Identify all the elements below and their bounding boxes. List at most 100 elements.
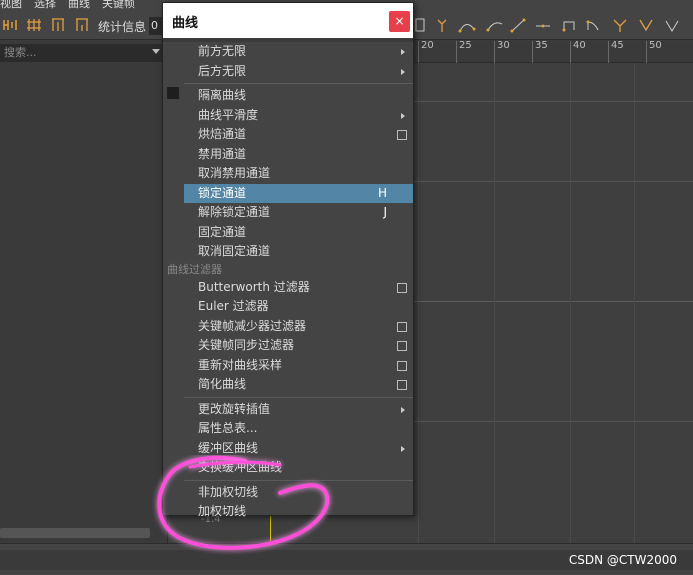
menu-item-label: 曲线平滑度 [198,107,259,122]
submenu-arrow-icon [401,49,405,55]
hotkey-label: J [383,205,387,219]
menu-item-weighted-tangents[interactable]: 加权切线 [184,502,413,522]
menu-item-label: 交换缓冲区曲线 [198,460,283,474]
menu-item-resample[interactable]: 重新对曲线采样 [184,356,413,376]
ruler-tick [646,41,647,63]
menu-item-attribute-spreadsheet[interactable]: 属性总表... [184,419,413,439]
ruler-label: 35 [535,40,548,51]
menu-item-label: 属性总表... [198,421,258,435]
menu-item-label: 禁用通道 [198,146,247,161]
menu-item-change-rotation-interp[interactable]: 更改旋转插值 [184,400,413,420]
close-button[interactable]: × [389,11,410,32]
snap-icon[interactable] [50,17,66,33]
menu-item-curve-smoothness[interactable]: 曲线平滑度 [184,106,413,126]
option-box-icon[interactable] [397,360,407,371]
menu-item-label: 关键帧减少器过滤器 [198,318,307,333]
submenu-arrow-icon [401,68,405,75]
option-box-icon[interactable] [397,282,407,293]
curves-menu-window: 曲线 × 前方无限 后方无限 隔离曲线 曲线平滑度 烘焙通道 禁用通道 取消禁用… [162,2,414,518]
menu-titlebar[interactable]: 曲线 × [163,3,413,38]
menu-item-label: 简化曲线 [198,377,247,391]
menu-item-label: 固定通道 [198,224,247,239]
menu-item-label: Euler 过滤器 [198,299,269,313]
grid-line [418,63,419,543]
menu-item-key-sync[interactable]: 关键帧同步过滤器 [184,336,413,356]
menu-items: 前方无限 后方无限 隔离曲线 曲线平滑度 烘焙通道 禁用通道 取消禁用通道 锁定… [167,42,413,522]
menu-item-label: Butterworth 过滤器 [198,279,310,294]
option-box-icon[interactable] [397,380,407,390]
option-box-icon[interactable] [397,321,407,332]
menu-keys[interactable]: 关键帧 [96,0,141,9]
menu-item-pin-channel[interactable]: 固定通道 [184,223,413,243]
watermark: CSDN @CTW2000 [568,553,677,567]
ruler-label: 30 [497,40,510,51]
menu-item-unmute-channel[interactable]: 取消禁用通道 [184,164,413,184]
menu-view[interactable]: 视图 [0,0,28,9]
submenu-arrow-icon [401,112,405,119]
search-input[interactable]: 搜索... [0,44,165,62]
stats-label: 统计信息 [98,20,147,34]
ruler-tick [456,41,457,63]
search-options-icon[interactable] [152,49,160,54]
hotkey-label: H [377,185,387,200]
menu-divider [184,83,413,84]
menu-curves[interactable]: 曲线 [62,0,96,9]
menu-item-unlock-channel[interactable]: 解除锁定通道 J [184,203,413,223]
range-icon[interactable] [74,17,90,33]
menu-item-label: 取消禁用通道 [198,166,271,180]
menu-item-buffer-curves[interactable]: 缓冲区曲线 [184,439,413,459]
menu-divider [184,396,413,398]
menu-divider [184,479,413,481]
menu-item-pre-infinity[interactable]: 前方无限 [184,42,413,62]
ruler-tick [494,41,495,63]
menu-item-label: 烘焙通道 [198,127,247,141]
menu-item-label: 关键帧同步过滤器 [198,338,295,352]
menu-item-butterworth[interactable]: Butterworth 过滤器 [184,278,413,298]
grid-line [570,63,571,543]
menu-item-euler[interactable]: Euler 过滤器 [184,297,413,317]
menu-select[interactable]: 选择 [28,0,62,9]
menu-item-unpin-channel[interactable]: 取消固定通道 [184,242,413,262]
option-box-icon[interactable] [397,130,407,140]
status-bar: CSDN @CTW2000 [0,543,693,575]
menu-item-label: 更改旋转插值 [198,401,271,416]
option-marker [167,87,179,99]
menu-item-lock-channel[interactable]: 锁定通道 H [184,183,413,203]
ruler-tick [532,41,533,63]
menu-item-label: 非加权切线 [198,484,259,499]
menu-item-simplify[interactable]: 简化曲线 [184,375,413,395]
menu-title: 曲线 [172,16,199,31]
menu-item-label: 缓冲区曲线 [198,440,259,455]
menu-item-label: 取消固定通道 [198,244,271,258]
menu-item-label: 加权切线 [198,504,247,518]
option-box-icon[interactable] [397,341,407,351]
submenu-arrow-icon [401,406,405,413]
menu-item-swap-buffer-curves[interactable]: 交换缓冲区曲线 [184,458,413,478]
tangent-tools-icons[interactable] [414,16,693,36]
ruler-label: 45 [611,40,624,51]
menu-item-post-infinity[interactable]: 后方无限 [184,62,413,82]
ruler-label: 50 [649,40,662,51]
frame-icon[interactable] [2,17,18,33]
menu-item-non-weighted-tangents[interactable]: 非加权切线 [184,483,413,503]
submenu-arrow-icon [401,445,405,452]
grid-line [634,63,635,543]
close-icon: × [394,14,405,28]
ruler-label: 25 [459,40,472,51]
outliner-panel: 搜索... [0,41,168,543]
menu-section-header: 曲线过滤器 [167,262,222,276]
ruler-tick [608,41,609,63]
stats-value[interactable]: 0 [149,17,163,35]
grid-icon[interactable] [26,17,42,33]
menu-item-isolate-curve[interactable]: 隔离曲线 [184,86,413,106]
ruler-label: 40 [573,40,586,51]
menu-item-label: 重新对曲线采样 [198,357,283,372]
menu-item-label: 解除锁定通道 [198,205,271,219]
menu-item-label: 锁定通道 [198,185,247,200]
ruler-tick [418,41,419,63]
grid-line [494,63,495,543]
outliner-scrollbar[interactable] [0,528,150,538]
menu-item-mute-channel[interactable]: 禁用通道 [184,145,413,165]
menu-item-key-reducer[interactable]: 关键帧减少器过滤器 [184,317,413,337]
menu-item-bake-channel[interactable]: 烘焙通道 [184,125,413,145]
